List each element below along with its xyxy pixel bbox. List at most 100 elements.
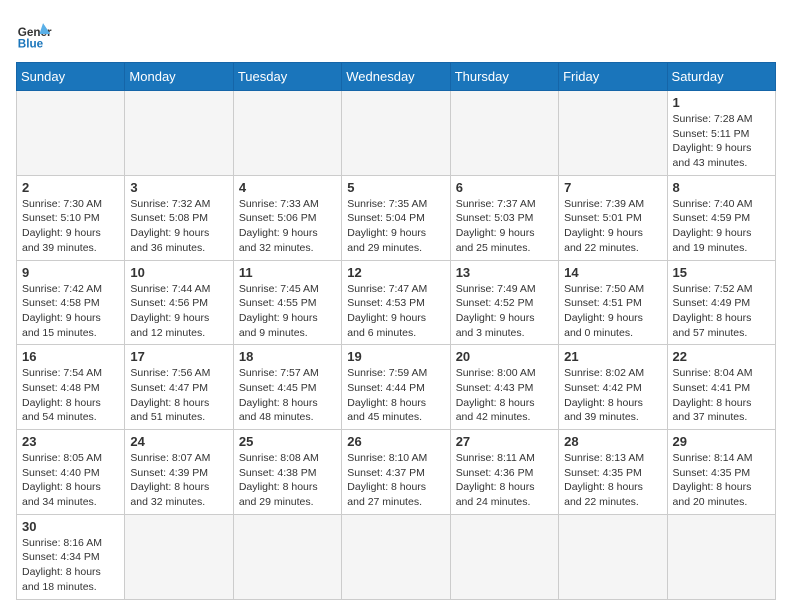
- day-number: 21: [564, 349, 661, 364]
- calendar-cell: 17 Sunrise: 7:56 AM Sunset: 4:47 PM Dayli…: [125, 345, 233, 430]
- calendar-cell: [342, 91, 450, 176]
- day-info: Sunrise: 8:11 AM Sunset: 4:36 PM Dayligh…: [456, 451, 553, 510]
- calendar-week-2: 2 Sunrise: 7:30 AM Sunset: 5:10 PM Daylig…: [17, 175, 776, 260]
- day-number: 8: [673, 180, 770, 195]
- day-info: Sunrise: 7:54 AM Sunset: 4:48 PM Dayligh…: [22, 366, 119, 425]
- day-number: 10: [130, 265, 227, 280]
- day-info: Sunrise: 7:33 AM Sunset: 5:06 PM Dayligh…: [239, 197, 336, 256]
- calendar-cell: 20 Sunrise: 8:00 AM Sunset: 4:43 PM Dayli…: [450, 345, 558, 430]
- day-info: Sunrise: 7:28 AM Sunset: 5:11 PM Dayligh…: [673, 112, 770, 171]
- day-info: Sunrise: 8:05 AM Sunset: 4:40 PM Dayligh…: [22, 451, 119, 510]
- page-header: General Blue: [16, 16, 776, 52]
- calendar-cell: [450, 91, 558, 176]
- weekday-thursday: Thursday: [450, 63, 558, 91]
- day-number: 12: [347, 265, 444, 280]
- calendar-table: SundayMondayTuesdayWednesdayThursdayFrid…: [16, 62, 776, 600]
- day-info: Sunrise: 8:13 AM Sunset: 4:35 PM Dayligh…: [564, 451, 661, 510]
- calendar-cell: 24Sunrise: 8:07 AM Sunset: 4:39 PM Dayli…: [125, 430, 233, 515]
- day-number: 19: [347, 349, 444, 364]
- logo-icon: General Blue: [16, 16, 52, 52]
- calendar-cell: 22 Sunrise: 8:04 AM Sunset: 4:41 PM Dayli…: [667, 345, 775, 430]
- calendar-cell: [125, 514, 233, 599]
- day-info: Sunrise: 7:30 AM Sunset: 5:10 PM Dayligh…: [22, 197, 119, 256]
- day-info: Sunrise: 7:39 AM Sunset: 5:01 PM Dayligh…: [564, 197, 661, 256]
- day-number: 30: [22, 519, 119, 534]
- calendar-cell: 30 Sunrise: 8:16 AM Sunset: 4:34 PM Dayli…: [17, 514, 125, 599]
- calendar-cell: [450, 514, 558, 599]
- day-info: Sunrise: 7:40 AM Sunset: 4:59 PM Dayligh…: [673, 197, 770, 256]
- day-number: 5: [347, 180, 444, 195]
- day-info: Sunrise: 8:14 AM Sunset: 4:35 PM Dayligh…: [673, 451, 770, 510]
- day-info: Sunrise: 7:44 AM Sunset: 4:56 PM Dayligh…: [130, 282, 227, 341]
- calendar-cell: 15 Sunrise: 7:52 AM Sunset: 4:49 PM Dayli…: [667, 260, 775, 345]
- calendar-cell: 11Sunrise: 7:45 AM Sunset: 4:55 PM Dayli…: [233, 260, 341, 345]
- calendar-cell: 26Sunrise: 8:10 AM Sunset: 4:37 PM Dayli…: [342, 430, 450, 515]
- calendar-cell: 14Sunrise: 7:50 AM Sunset: 4:51 PM Dayli…: [559, 260, 667, 345]
- day-number: 13: [456, 265, 553, 280]
- day-number: 23: [22, 434, 119, 449]
- day-number: 29: [673, 434, 770, 449]
- day-number: 11: [239, 265, 336, 280]
- day-info: Sunrise: 8:16 AM Sunset: 4:34 PM Dayligh…: [22, 536, 119, 595]
- weekday-wednesday: Wednesday: [342, 63, 450, 91]
- weekday-header-row: SundayMondayTuesdayWednesdayThursdayFrid…: [17, 63, 776, 91]
- calendar-week-5: 23 Sunrise: 8:05 AM Sunset: 4:40 PM Dayli…: [17, 430, 776, 515]
- calendar-cell: [17, 91, 125, 176]
- day-info: Sunrise: 7:59 AM Sunset: 4:44 PM Dayligh…: [347, 366, 444, 425]
- day-info: Sunrise: 7:32 AM Sunset: 5:08 PM Dayligh…: [130, 197, 227, 256]
- calendar-cell: 10 Sunrise: 7:44 AM Sunset: 4:56 PM Dayli…: [125, 260, 233, 345]
- day-number: 17: [130, 349, 227, 364]
- day-info: Sunrise: 8:07 AM Sunset: 4:39 PM Dayligh…: [130, 451, 227, 510]
- calendar-cell: [233, 514, 341, 599]
- day-number: 9: [22, 265, 119, 280]
- calendar-cell: 4 Sunrise: 7:33 AM Sunset: 5:06 PM Daylig…: [233, 175, 341, 260]
- calendar-cell: 12 Sunrise: 7:47 AM Sunset: 4:53 PM Dayli…: [342, 260, 450, 345]
- calendar-cell: 27 Sunrise: 8:11 AM Sunset: 4:36 PM Dayli…: [450, 430, 558, 515]
- day-number: 18: [239, 349, 336, 364]
- calendar-cell: 25 Sunrise: 8:08 AM Sunset: 4:38 PM Dayli…: [233, 430, 341, 515]
- calendar-cell: 5Sunrise: 7:35 AM Sunset: 5:04 PM Daylig…: [342, 175, 450, 260]
- svg-text:Blue: Blue: [18, 38, 44, 51]
- calendar-cell: 1 Sunrise: 7:28 AM Sunset: 5:11 PM Daylig…: [667, 91, 775, 176]
- day-info: Sunrise: 7:52 AM Sunset: 4:49 PM Dayligh…: [673, 282, 770, 341]
- day-number: 25: [239, 434, 336, 449]
- calendar-week-3: 9 Sunrise: 7:42 AM Sunset: 4:58 PM Daylig…: [17, 260, 776, 345]
- weekday-sunday: Sunday: [17, 63, 125, 91]
- day-info: Sunrise: 7:47 AM Sunset: 4:53 PM Dayligh…: [347, 282, 444, 341]
- calendar-cell: 29 Sunrise: 8:14 AM Sunset: 4:35 PM Dayli…: [667, 430, 775, 515]
- day-number: 28: [564, 434, 661, 449]
- calendar-cell: [559, 514, 667, 599]
- day-info: Sunrise: 8:00 AM Sunset: 4:43 PM Dayligh…: [456, 366, 553, 425]
- day-number: 22: [673, 349, 770, 364]
- day-info: Sunrise: 7:56 AM Sunset: 4:47 PM Dayligh…: [130, 366, 227, 425]
- calendar-cell: 18Sunrise: 7:57 AM Sunset: 4:45 PM Dayli…: [233, 345, 341, 430]
- calendar-cell: 8 Sunrise: 7:40 AM Sunset: 4:59 PM Daylig…: [667, 175, 775, 260]
- day-info: Sunrise: 7:49 AM Sunset: 4:52 PM Dayligh…: [456, 282, 553, 341]
- calendar-cell: 13 Sunrise: 7:49 AM Sunset: 4:52 PM Dayli…: [450, 260, 558, 345]
- calendar-cell: 21Sunrise: 8:02 AM Sunset: 4:42 PM Dayli…: [559, 345, 667, 430]
- calendar-cell: [667, 514, 775, 599]
- day-number: 27: [456, 434, 553, 449]
- calendar-cell: [125, 91, 233, 176]
- weekday-monday: Monday: [125, 63, 233, 91]
- day-number: 4: [239, 180, 336, 195]
- day-info: Sunrise: 8:08 AM Sunset: 4:38 PM Dayligh…: [239, 451, 336, 510]
- calendar-cell: 19 Sunrise: 7:59 AM Sunset: 4:44 PM Dayli…: [342, 345, 450, 430]
- day-number: 1: [673, 95, 770, 110]
- calendar-cell: [233, 91, 341, 176]
- day-info: Sunrise: 7:37 AM Sunset: 5:03 PM Dayligh…: [456, 197, 553, 256]
- weekday-friday: Friday: [559, 63, 667, 91]
- day-number: 2: [22, 180, 119, 195]
- weekday-saturday: Saturday: [667, 63, 775, 91]
- day-number: 15: [673, 265, 770, 280]
- day-info: Sunrise: 8:04 AM Sunset: 4:41 PM Dayligh…: [673, 366, 770, 425]
- day-number: 20: [456, 349, 553, 364]
- day-info: Sunrise: 7:50 AM Sunset: 4:51 PM Dayligh…: [564, 282, 661, 341]
- calendar-week-4: 16Sunrise: 7:54 AM Sunset: 4:48 PM Dayli…: [17, 345, 776, 430]
- calendar-cell: 23 Sunrise: 8:05 AM Sunset: 4:40 PM Dayli…: [17, 430, 125, 515]
- calendar-cell: 7Sunrise: 7:39 AM Sunset: 5:01 PM Daylig…: [559, 175, 667, 260]
- calendar-week-6: 30 Sunrise: 8:16 AM Sunset: 4:34 PM Dayli…: [17, 514, 776, 599]
- day-info: Sunrise: 7:42 AM Sunset: 4:58 PM Dayligh…: [22, 282, 119, 341]
- calendar-cell: 16Sunrise: 7:54 AM Sunset: 4:48 PM Dayli…: [17, 345, 125, 430]
- day-number: 26: [347, 434, 444, 449]
